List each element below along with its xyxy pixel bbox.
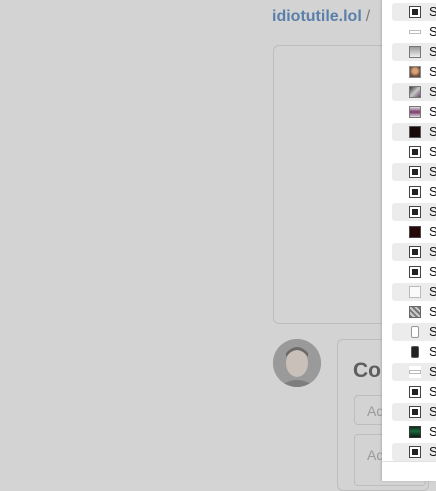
dropdown-item[interactable]: S — [392, 3, 436, 21]
dropdown-item[interactable]: S — [392, 243, 436, 261]
dropdown-item-label: S — [429, 324, 436, 339]
dropdown-item-label: S — [429, 424, 436, 439]
dark-screenshot-icon — [409, 246, 421, 258]
dark-screenshot-icon — [409, 446, 421, 458]
dark-square-icon — [409, 126, 421, 138]
dropdown-item-label: S — [429, 144, 436, 159]
dropdown-item[interactable]: S — [392, 183, 436, 201]
dropdown-item-label: S — [429, 124, 436, 139]
dropdown-item-label: S — [429, 204, 436, 219]
breadcrumb-separator: / — [365, 8, 371, 25]
dropdown-item-label: S — [429, 224, 436, 239]
portrait-thumb-icon — [409, 66, 421, 78]
dropdown-item-label: S — [429, 444, 436, 459]
dropdown-item-label: S — [429, 244, 436, 259]
dropdown-item[interactable]: S — [392, 203, 436, 221]
dropdown-item[interactable]: S — [392, 43, 436, 61]
purple-photo-thumb-icon — [409, 106, 421, 118]
green-thumb-icon — [409, 426, 421, 438]
dropdown-item-label: S — [429, 304, 436, 319]
sketch-thumb-icon — [409, 286, 421, 298]
dropdown-item[interactable]: S — [392, 83, 436, 101]
avatar — [273, 339, 321, 387]
dropdown-item[interactable]: S — [392, 383, 436, 401]
dropdown-item[interactable]: S — [392, 343, 436, 361]
dark-screenshot-icon — [409, 146, 421, 158]
light-bar-icon — [409, 26, 421, 38]
phone-dark-thumb-icon — [411, 346, 419, 358]
dropdown-item[interactable]: S — [392, 303, 436, 321]
dropdown-item[interactable]: S — [392, 23, 436, 41]
comments-heading: Co — [353, 359, 381, 382]
dropdown-item[interactable]: S — [392, 123, 436, 141]
dropdown-item-label: S — [429, 4, 436, 19]
dark-screenshot-icon — [409, 6, 421, 18]
dropdown-divider — [382, 461, 436, 462]
dropdown-item[interactable]: S — [392, 223, 436, 241]
dropdown-item-label: S — [429, 344, 436, 359]
dropdown-item[interactable]: S — [392, 163, 436, 181]
dark-screenshot-icon — [409, 206, 421, 218]
dropdown-item[interactable]: S — [392, 443, 436, 461]
dropdown-item[interactable]: S — [392, 363, 436, 381]
grid-thumb-icon — [409, 306, 421, 318]
dropdown-item[interactable]: S — [392, 323, 436, 341]
dropdown-item-label: S — [429, 104, 436, 119]
dropdown-item-label: S — [429, 84, 436, 99]
dropdown-item[interactable]: S — [392, 63, 436, 81]
dropdown-item[interactable]: S — [392, 263, 436, 281]
dropdown-item-label: S — [429, 404, 436, 419]
dropdown-item-label: S — [429, 44, 436, 59]
dropdown-item[interactable]: S — [392, 143, 436, 161]
landscape-thumb-icon — [409, 46, 421, 58]
dropdown-item-label: S — [429, 24, 436, 39]
dropdown-item-label: S — [429, 264, 436, 279]
photo-thumb-icon — [409, 86, 421, 98]
phone-light-thumb-icon — [411, 326, 419, 338]
dropdown-item-label: S — [429, 184, 436, 199]
image-select-dropdown[interactable]: SSSSSSSSSSSSSSSSSSSSSSS — [382, 0, 436, 481]
dark-screenshot-icon — [409, 266, 421, 278]
dark-screenshot-icon — [409, 166, 421, 178]
breadcrumb: idiotutile.lol / — [272, 8, 370, 26]
breadcrumb-site-link[interactable]: idiotutile.lol — [272, 8, 362, 25]
dropdown-item-label: S — [429, 284, 436, 299]
dropdown-item[interactable]: S — [392, 103, 436, 121]
dark-screenshot-icon — [409, 186, 421, 198]
dropdown-item-label: S — [429, 64, 436, 79]
dark-screenshot-icon — [409, 386, 421, 398]
dropdown-item[interactable]: S — [392, 403, 436, 421]
dropdown-item-label: S — [429, 384, 436, 399]
dropdown-item-label: S — [429, 364, 436, 379]
dropdown-item[interactable]: S — [392, 423, 436, 441]
dropdown-item-label: S — [429, 164, 436, 179]
dark-screenshot-icon — [409, 406, 421, 418]
dropdown-item[interactable]: S — [392, 283, 436, 301]
light-bar-icon — [409, 366, 421, 378]
dark-red-square-icon — [409, 226, 421, 238]
